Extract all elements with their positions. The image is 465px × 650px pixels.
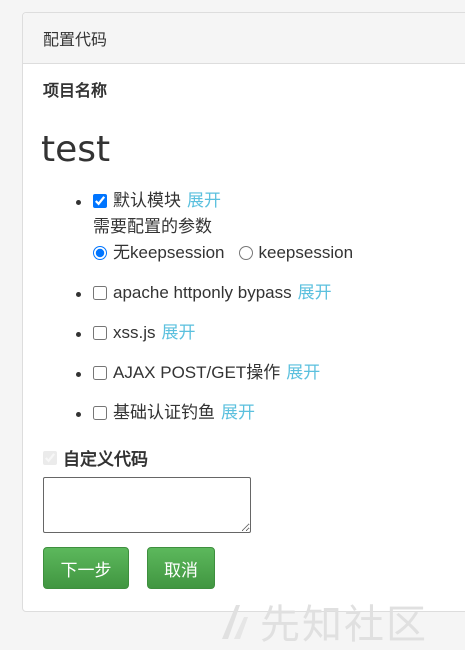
expand-link[interactable]: 展开 bbox=[221, 401, 255, 425]
next-step-button[interactable]: 下一步 bbox=[43, 547, 129, 589]
list-item: 基础认证钓鱼 展开 bbox=[93, 401, 465, 425]
module-checkbox-default[interactable] bbox=[93, 194, 107, 208]
project-name: test bbox=[41, 129, 111, 170]
no-keepsession-radio[interactable] bbox=[93, 246, 107, 260]
project-name-label: 项目名称 bbox=[43, 83, 108, 100]
module-label: AJAX POST/GET操作 bbox=[113, 363, 281, 382]
module-label: 基础认证钓鱼 bbox=[113, 403, 215, 422]
cancel-button[interactable]: 取消 bbox=[147, 547, 215, 589]
watermark: 先知社区 bbox=[218, 592, 428, 650]
custom-code-row: 自定义代码 bbox=[43, 445, 148, 470]
list-item: apache httponly bypass 展开 bbox=[93, 281, 465, 305]
panel-title: 配置代码 bbox=[43, 32, 108, 49]
expand-link[interactable]: 展开 bbox=[162, 321, 196, 345]
expand-link[interactable]: 展开 bbox=[298, 281, 332, 305]
radio-option-no-keepsession[interactable]: 无keepsession bbox=[93, 241, 225, 265]
module-checkbox-ajax[interactable] bbox=[93, 366, 107, 380]
module-checkbox-basic-auth[interactable] bbox=[93, 406, 107, 420]
module-label: apache httponly bypass bbox=[113, 283, 292, 302]
list-item: 默认模块 展开 需要配置的参数 无keepsession keepsession bbox=[93, 189, 465, 265]
module-label: 默认模块 bbox=[113, 191, 181, 210]
panel-heading: 配置代码 bbox=[23, 13, 465, 64]
custom-code-textarea[interactable] bbox=[43, 477, 251, 533]
radio-option-keepsession[interactable]: keepsession bbox=[238, 241, 354, 265]
radio-label: keepsession bbox=[258, 243, 354, 262]
keepsession-radio-group: 无keepsession keepsession bbox=[93, 241, 465, 265]
module-list: 默认模块 展开 需要配置的参数 无keepsession keepsession… bbox=[23, 189, 465, 425]
radio-label: 无keepsession bbox=[113, 243, 225, 262]
watermark-text: 先知社区 bbox=[260, 603, 428, 647]
module-checkbox-apache[interactable] bbox=[93, 286, 107, 300]
expand-link[interactable]: 展开 bbox=[286, 361, 320, 385]
watermark-logo-icon bbox=[222, 605, 248, 639]
module-label: xss.js bbox=[113, 323, 156, 342]
custom-code-label: 自定义代码 bbox=[63, 450, 148, 469]
keepsession-radio[interactable] bbox=[238, 246, 253, 260]
params-title: 需要配置的参数 bbox=[93, 217, 212, 236]
module-checkbox-xssjs[interactable] bbox=[93, 326, 107, 340]
config-panel: 配置代码 项目名称 test 默认模块 展开 需要配置的参数 无keepsess… bbox=[22, 12, 465, 612]
expand-link[interactable]: 展开 bbox=[187, 189, 221, 213]
custom-code-checkbox[interactable] bbox=[43, 450, 57, 465]
list-item: AJAX POST/GET操作 展开 bbox=[93, 361, 465, 385]
list-item: xss.js 展开 bbox=[93, 321, 465, 345]
